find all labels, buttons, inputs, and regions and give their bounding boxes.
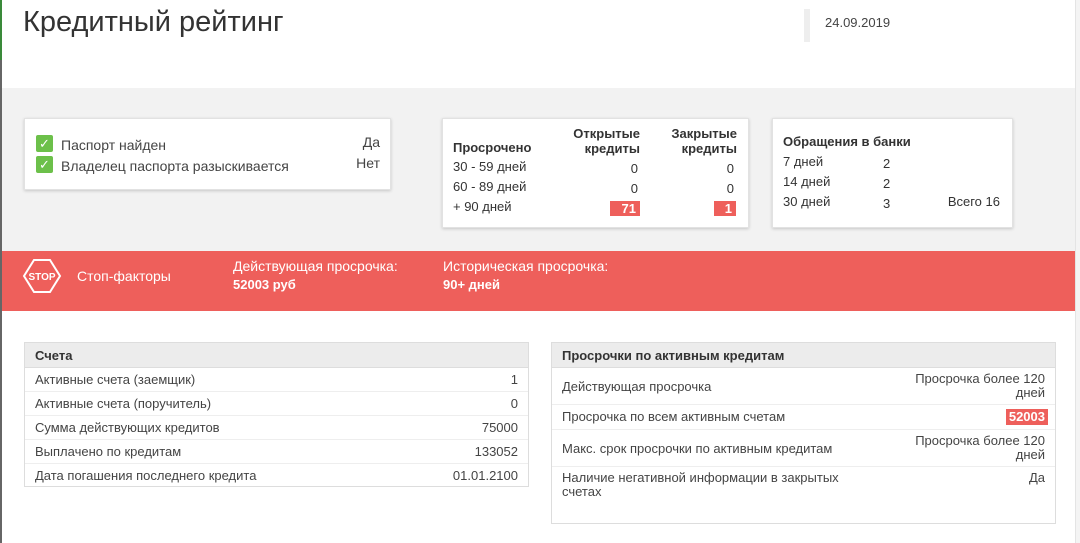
table-row: Активные счета (поручитель) 0 bbox=[25, 392, 528, 416]
col-open-credits: Открытые кредиты bbox=[573, 126, 640, 156]
row-label: Активные счета (заемщик) bbox=[35, 372, 196, 387]
left-edge bbox=[0, 0, 2, 543]
requests-period: 7 дней bbox=[783, 154, 824, 169]
overdue-row-label: 30 - 59 дней bbox=[453, 159, 527, 174]
active-overdue-title: Просрочки по активным кредитам bbox=[552, 343, 1055, 368]
accounts-title: Счета bbox=[25, 343, 528, 368]
checkbox-checked-icon: ✓ bbox=[36, 156, 53, 173]
overdue-closed-value: 0 bbox=[726, 161, 734, 176]
active-overdue-table: Просрочки по активным кредитам Действующ… bbox=[551, 342, 1056, 524]
page-header: Кредитный рейтинг 24.09.2019 bbox=[0, 0, 1075, 88]
stop-sign-icon: STOP bbox=[22, 259, 62, 293]
row-label: Выплачено по кредитам bbox=[35, 444, 182, 459]
overdue-card: Просрочено Открытые кредиты Закрытые кре… bbox=[442, 118, 749, 228]
stop-factors-label: Стоп-факторы bbox=[77, 268, 171, 284]
overdue-closed-value: 0 bbox=[726, 181, 734, 196]
table-row: Просрочка по всем активным счетам 52003 bbox=[552, 405, 1055, 430]
page-title: Кредитный рейтинг bbox=[23, 6, 284, 38]
table-row: Дата погашения последнего кредита 01.01.2… bbox=[25, 464, 528, 488]
overdue-row-label: + 90 дней bbox=[453, 199, 512, 214]
report-date: 24.09.2019 bbox=[804, 9, 890, 42]
scrollbar[interactable] bbox=[1075, 0, 1080, 543]
passport-wanted-value: Нет bbox=[356, 155, 380, 171]
row-label: Активные счета (поручитель) bbox=[35, 396, 212, 411]
row-label: Действующая просрочка bbox=[562, 378, 712, 394]
requests-count: 2 bbox=[883, 156, 891, 171]
svg-text:STOP: STOP bbox=[28, 272, 55, 283]
row-value-alert: 52003 bbox=[1005, 409, 1048, 425]
checkbox-checked-icon: ✓ bbox=[36, 135, 53, 152]
row-value: 133052 bbox=[474, 444, 518, 459]
historic-overdue-label: Историческая просрочка: bbox=[443, 258, 609, 274]
current-overdue-value: 52003 руб bbox=[233, 277, 296, 292]
passport-found-label: Паспорт найден bbox=[61, 137, 167, 153]
table-row: Наличие негативной информации в закрытых… bbox=[552, 467, 1055, 503]
overdue-open-value-alert: 71 bbox=[610, 201, 640, 216]
row-value: 75000 bbox=[481, 420, 518, 435]
current-overdue-label: Действующая просрочка: bbox=[233, 258, 398, 274]
stop-factors-banner: STOP Стоп-факторы Действующая просрочка:… bbox=[0, 251, 1075, 311]
historic-overdue-value: 90+ дней bbox=[443, 277, 500, 292]
overdue-row-label: 60 - 89 дней bbox=[453, 179, 527, 194]
table-row: Активные счета (заемщик) 1 bbox=[25, 368, 528, 392]
requests-total: Всего 16 bbox=[947, 194, 1000, 209]
row-label: Макс. срок просрочки по активным кредита… bbox=[562, 440, 833, 456]
overdue-title: Просрочено bbox=[453, 140, 532, 155]
table-row: Макс. срок просрочки по активным кредита… bbox=[552, 430, 1055, 467]
requests-period: 14 дней bbox=[783, 174, 831, 189]
bank-requests-card: Обращения в банки 7 дней 2 14 дней 2 30 … bbox=[772, 118, 1013, 228]
row-value: Просрочка более 120 дней bbox=[915, 371, 1045, 400]
row-label: Дата погашения последнего кредита bbox=[35, 468, 257, 483]
requests-period: 30 дней bbox=[783, 194, 831, 209]
row-value: Да bbox=[1028, 470, 1045, 485]
row-value: Просрочка более 120 дней bbox=[915, 433, 1045, 462]
requests-count: 3 bbox=[883, 196, 891, 211]
overdue-closed-value-alert: 1 bbox=[714, 201, 736, 216]
passport-found-value: Да bbox=[362, 134, 380, 150]
col-closed-credits: Закрытые кредиты bbox=[671, 126, 737, 156]
requests-count: 2 bbox=[883, 176, 891, 191]
row-label: Наличие негативной информации в закрытых… bbox=[562, 470, 839, 499]
table-row: Сумма действующих кредитов 75000 bbox=[25, 416, 528, 440]
overdue-open-value: 0 bbox=[630, 161, 638, 176]
row-value: 0 bbox=[510, 396, 518, 411]
passport-wanted-label: Владелец паспорта разыскивается bbox=[61, 158, 289, 174]
passport-card: ✓ Паспорт найден Да ✓ Владелец паспорта … bbox=[24, 118, 391, 190]
table-row: Действующая просрочка Просрочка более 120… bbox=[552, 368, 1055, 405]
overdue-open-value: 0 bbox=[630, 181, 638, 196]
accounts-table: Счета Активные счета (заемщик) 1 Активные… bbox=[24, 342, 529, 487]
table-row: Выплачено по кредитам 133052 bbox=[25, 440, 528, 464]
row-value: 01.01.2100 bbox=[452, 468, 518, 483]
row-label: Сумма действующих кредитов bbox=[35, 420, 220, 435]
row-label: Просрочка по всем активным счетам bbox=[562, 409, 786, 424]
row-value: 1 bbox=[510, 372, 518, 387]
requests-title: Обращения в банки bbox=[783, 134, 911, 149]
